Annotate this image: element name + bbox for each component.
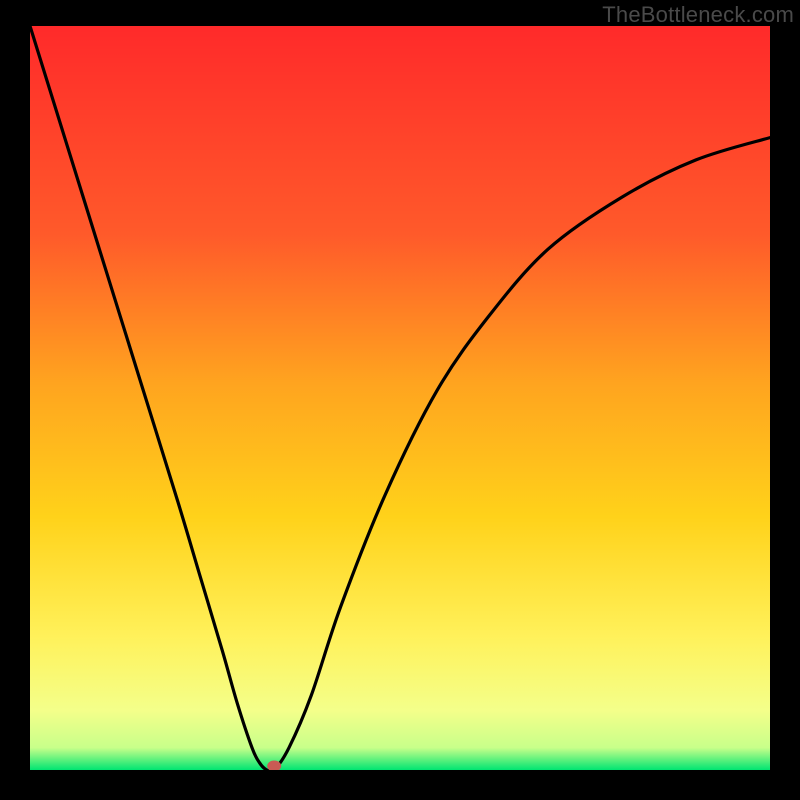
plot-area: [30, 26, 770, 770]
chart-svg: [30, 26, 770, 770]
chart-frame: TheBottleneck.com: [0, 0, 800, 800]
watermark-text: TheBottleneck.com: [602, 2, 794, 28]
gradient-background: [30, 26, 770, 770]
